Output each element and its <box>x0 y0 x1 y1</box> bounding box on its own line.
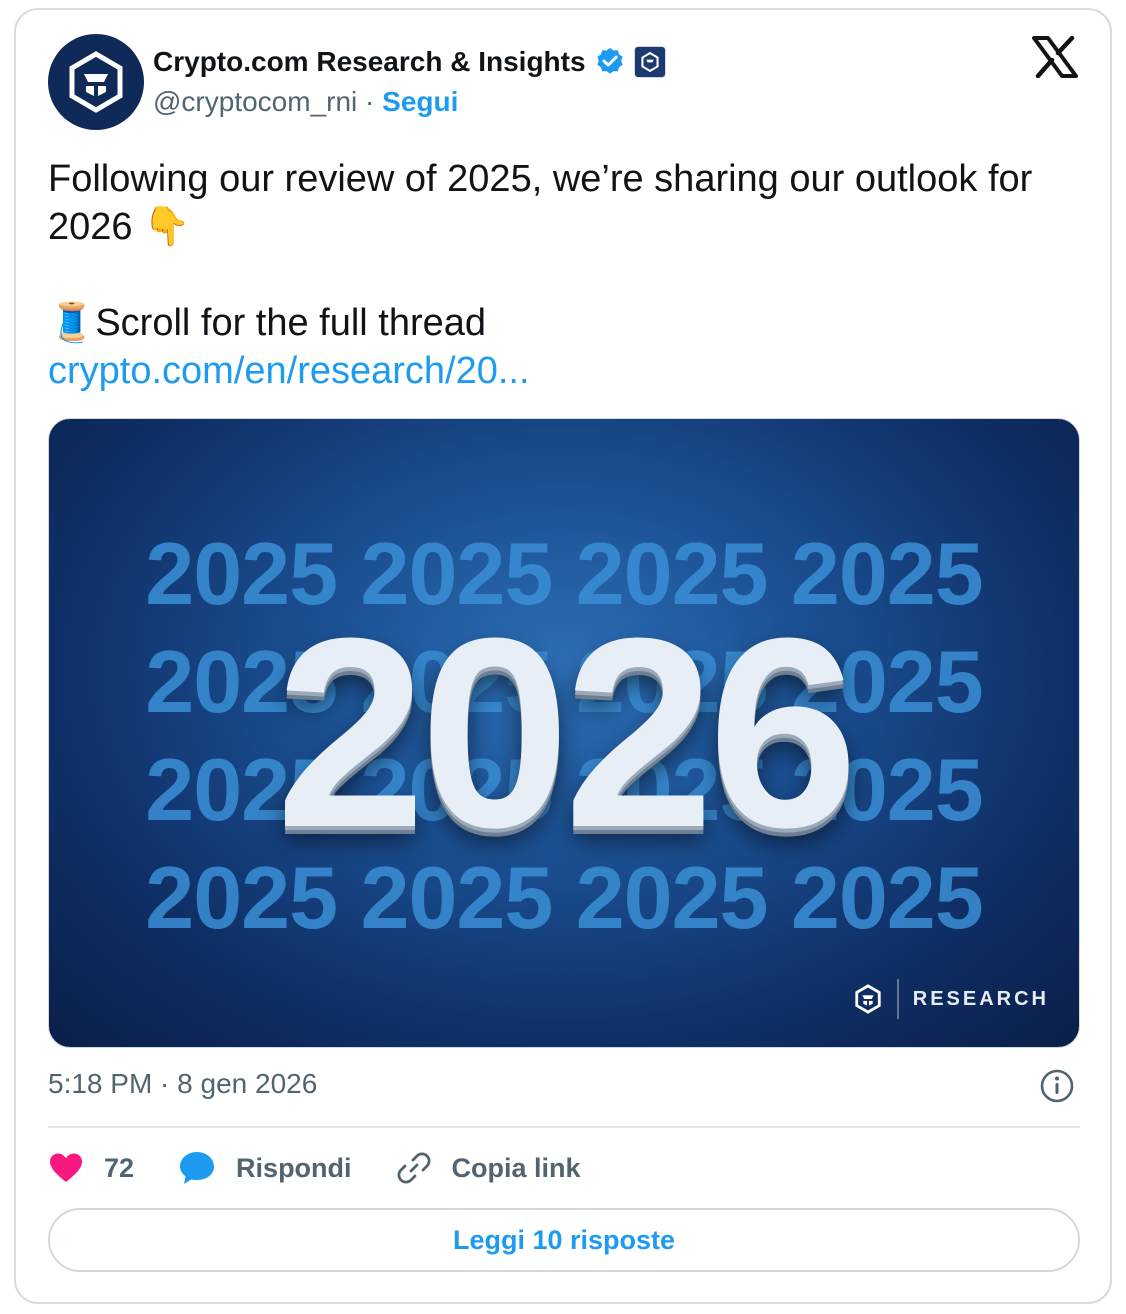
headline-year: 2026 <box>275 583 859 884</box>
tweet-text-line: Following our review of 2025, we’re shar… <box>48 158 1033 200</box>
tweet-text-line: 2026 👇 <box>48 206 191 248</box>
read-replies-button[interactable]: Leggi 10 risposte <box>48 1208 1080 1272</box>
tweet-link[interactable]: crypto.com/en/research/20... <box>48 347 1088 395</box>
tweet-text-line: 🧵Scroll for the full thread <box>48 302 487 344</box>
reply-button[interactable]: Rispondi <box>178 1150 352 1186</box>
tweet-text: Following our review of 2025, we’re shar… <box>48 155 1088 395</box>
separator-dot: · <box>365 86 375 117</box>
copy-link-button[interactable]: Copia link <box>396 1150 581 1186</box>
research-label: RESEARCH <box>912 987 1049 1010</box>
x-logo-icon[interactable] <box>1032 36 1078 78</box>
heart-icon <box>50 1153 82 1182</box>
tweet-timestamp[interactable]: 5:18 PM · 8 gen 2026 <box>48 1068 317 1100</box>
author-handle[interactable]: @cryptocom_rni <box>153 86 357 117</box>
affiliate-badge-icon[interactable] <box>633 46 666 78</box>
tweet-actions: 72 Rispondi Copia link <box>48 1146 625 1190</box>
author-handle-row: @cryptocom_rni · Segui <box>153 86 458 118</box>
author-name-row: Crypto.com Research & Insights <box>153 42 666 82</box>
info-icon[interactable] <box>1040 1069 1074 1103</box>
like-button[interactable]: 72 <box>48 1152 134 1184</box>
research-brand: RESEARCH <box>853 979 1049 1019</box>
brand-divider <box>896 979 899 1019</box>
follow-button[interactable]: Segui <box>382 86 458 117</box>
verified-badge-icon <box>596 48 623 74</box>
tweet-media-image[interactable]: 2025 2025 2025 2025 2025 2025 2025 2025 … <box>48 418 1080 1048</box>
link-icon <box>397 1152 431 1184</box>
divider <box>48 1126 1080 1128</box>
avatar[interactable] <box>48 34 144 130</box>
reply-bubble-icon <box>180 1152 215 1184</box>
cryptocom-affiliate-icon <box>640 51 659 73</box>
cryptocom-logo-icon <box>69 51 123 113</box>
like-count: 72 <box>104 1152 135 1183</box>
cryptocom-logo-icon <box>855 984 881 1014</box>
author-name[interactable]: Crypto.com Research & Insights <box>153 46 586 78</box>
reply-label: Rispondi <box>236 1152 352 1183</box>
copy-link-label: Copia link <box>451 1152 581 1183</box>
